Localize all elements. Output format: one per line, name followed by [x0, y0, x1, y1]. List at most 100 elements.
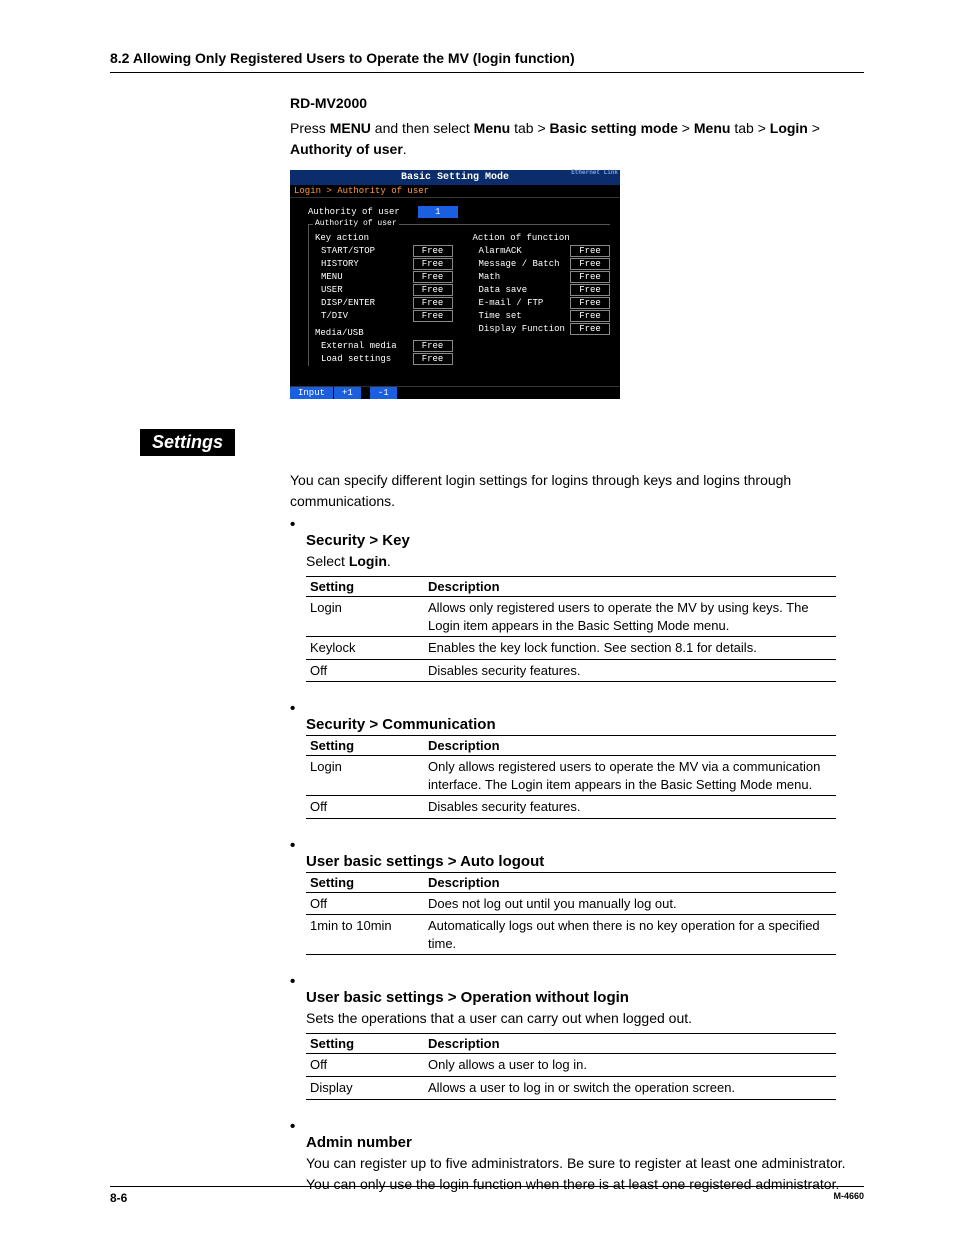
setting-name: Keylock: [306, 637, 424, 660]
setting-name: Login: [306, 756, 424, 796]
shot-title: Basic Setting Mode: [401, 172, 509, 183]
shot-setting-label: Time set: [473, 311, 522, 321]
sec-op-table: SettingDescription OffOnly allows a user…: [306, 1033, 836, 1099]
shot-setting-value[interactable]: Free: [570, 310, 610, 322]
group-label: Authority of user: [313, 219, 399, 228]
shot-setting-label: Load settings: [315, 354, 391, 364]
setting-description: Only allows registered users to operate …: [424, 756, 836, 796]
shot-setting-value[interactable]: Free: [413, 271, 453, 283]
sec-auto-title: User basic settings > Auto logout: [306, 853, 864, 870]
device-screenshot: Basic Setting Mode Ethernet Link Login >…: [290, 170, 620, 399]
shot-setting-value[interactable]: Free: [413, 310, 453, 322]
shot-setting-row: Load settings Free: [315, 353, 453, 365]
shot-setting-row: T/DIVFree: [315, 310, 453, 322]
shot-setting-row: Data save Free: [473, 284, 611, 296]
doc-number: M-4660: [833, 1191, 864, 1205]
shot-setting-value[interactable]: Free: [413, 258, 453, 270]
input-button[interactable]: Input: [290, 387, 333, 399]
table-row: OffOnly allows a user to log in.: [306, 1054, 836, 1077]
table-row: LoginOnly allows registered users to ope…: [306, 756, 836, 796]
right-col-header: Action of function: [473, 233, 611, 243]
bullet-icon: •: [290, 837, 306, 854]
media-list: External media Free Load settings Free: [315, 340, 453, 365]
shot-setting-row: Math Free: [473, 271, 611, 283]
function-list: AlarmACKFreeMessage / BatchFreeMathFreeD…: [473, 245, 611, 335]
nav-instruction: Press MENU and then select Menu tab > Ba…: [290, 118, 864, 160]
shot-setting-row: AlarmACK Free: [473, 245, 611, 257]
shot-setting-row: DISP/ENTERFree: [315, 297, 453, 309]
sec-op-title: User basic settings > Operation without …: [306, 989, 864, 1006]
shot-setting-value[interactable]: Free: [570, 323, 610, 335]
left-col-header: Key action: [315, 233, 453, 243]
shot-setting-label: E-mail / FTP: [473, 298, 544, 308]
media-header: Media/USB: [315, 328, 453, 338]
shot-footer: Input +1 -1: [290, 386, 620, 399]
header-title: 8.2 Allowing Only Registered Users to Op…: [110, 50, 575, 66]
key-action-list: START/STOP Free HISTORY Free MENU Free USER Fre…: [315, 245, 453, 322]
setting-name: Off: [306, 892, 424, 915]
settings-heading: Settings: [140, 429, 235, 456]
setting-description: Only allows a user to log in.: [424, 1054, 836, 1077]
table-row: OffDoes not log out until you manually l…: [306, 892, 836, 915]
shot-setting-label: Math: [473, 272, 501, 282]
settings-intro: You can specify different login settings…: [290, 470, 864, 512]
shot-setting-value[interactable]: Free: [570, 245, 610, 257]
shot-setting-row: External media Free: [315, 340, 453, 352]
sec-key-table: SettingDescription LoginAllows only regi…: [306, 576, 836, 682]
shot-setting-value[interactable]: Free: [570, 271, 610, 283]
setting-name: Off: [306, 659, 424, 682]
setting-description: Disables security features.: [424, 796, 836, 819]
shot-setting-label: START/STOP: [315, 246, 375, 256]
setting-description: Allows a user to log in or switch the op…: [424, 1077, 836, 1100]
sec-comm-table: SettingDescription LoginOnly allows regi…: [306, 735, 836, 819]
setting-description: Allows only registered users to operate …: [424, 597, 836, 637]
shot-setting-row: HISTORY Free: [315, 258, 453, 270]
shot-setting-row: USER Free: [315, 284, 453, 296]
minus-button[interactable]: -1: [370, 387, 397, 399]
shot-setting-value[interactable]: Free: [413, 245, 453, 257]
shot-setting-value[interactable]: Free: [570, 284, 610, 296]
shot-setting-row: Time set Free: [473, 310, 611, 322]
table-row: OffDisables security features.: [306, 796, 836, 819]
shot-setting-value[interactable]: Free: [570, 258, 610, 270]
setting-name: Off: [306, 1054, 424, 1077]
shot-setting-label: Display Function: [473, 324, 565, 334]
shot-setting-label: Data save: [473, 285, 528, 295]
plus-button[interactable]: +1: [334, 387, 361, 399]
shot-setting-value[interactable]: Free: [570, 297, 610, 309]
sec-auto-table: SettingDescription OffDoes not log out u…: [306, 872, 836, 956]
shot-setting-label: AlarmACK: [473, 246, 522, 256]
model-heading: RD-MV2000: [290, 93, 864, 114]
shot-titlebar: Basic Setting Mode Ethernet Link: [290, 170, 620, 185]
setting-name: Display: [306, 1077, 424, 1100]
sec-key-sub: Select Login.: [306, 551, 864, 572]
setting-name: Login: [306, 597, 424, 637]
ethernet-indicator: Ethernet Link: [571, 170, 618, 176]
shot-setting-row: MENU Free: [315, 271, 453, 283]
table-row: KeylockEnables the key lock function. Se…: [306, 637, 836, 660]
setting-name: 1min to 10min: [306, 915, 424, 955]
shot-setting-value[interactable]: Free: [413, 353, 453, 365]
bullet-icon: •: [290, 700, 306, 717]
shot-setting-label: MENU: [315, 272, 343, 282]
table-row: LoginAllows only registered users to ope…: [306, 597, 836, 637]
auth-value[interactable]: 1: [418, 206, 458, 218]
sec-key-title: Security > Key: [306, 532, 864, 549]
shot-setting-label: HISTORY: [315, 259, 359, 269]
shot-setting-value[interactable]: Free: [413, 284, 453, 296]
bullet-icon: •: [290, 973, 306, 990]
shot-setting-value[interactable]: Free: [413, 340, 453, 352]
setting-description: Automatically logs out when there is no …: [424, 915, 836, 955]
bullet-icon: •: [290, 1118, 306, 1135]
shot-setting-row: E-mail / FTP Free: [473, 297, 611, 309]
shot-setting-label: Message / Batch: [473, 259, 560, 269]
shot-breadcrumb: Login > Authority of user: [290, 185, 620, 198]
bullet-icon: •: [290, 516, 306, 533]
shot-setting-label: USER: [315, 285, 343, 295]
shot-setting-label: External media: [315, 341, 397, 351]
shot-setting-row: Display Function Free: [473, 323, 611, 335]
shot-setting-row: Message / Batch Free: [473, 258, 611, 270]
auth-label: Authority of user: [308, 207, 400, 217]
table-row: OffDisables security features.: [306, 659, 836, 682]
shot-setting-value[interactable]: Free: [413, 297, 453, 309]
